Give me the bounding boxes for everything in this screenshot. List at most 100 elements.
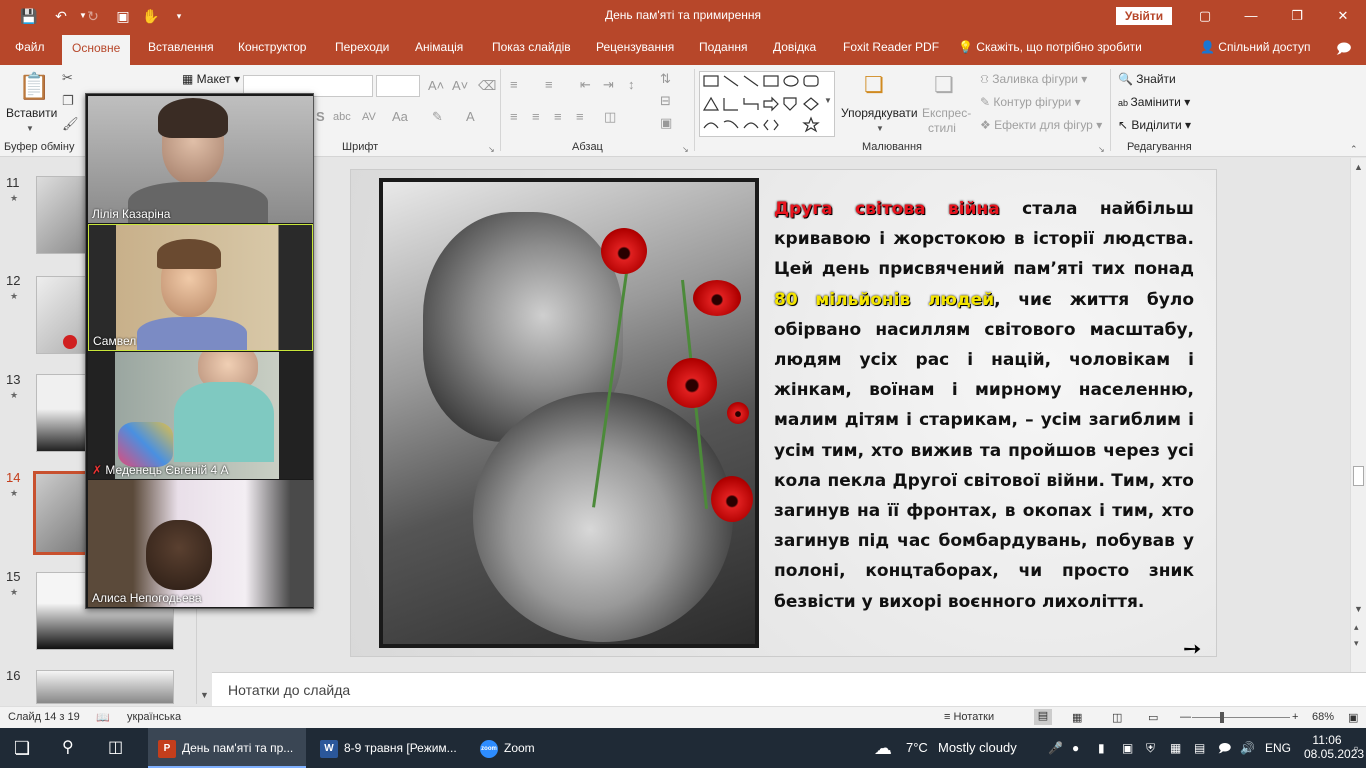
replace-button[interactable]: ab Замінити ▾ (1118, 95, 1190, 109)
slide-body-text[interactable]: Друга світова війна стала найбільш крива… (774, 194, 1194, 617)
tab-insert[interactable]: Вставлення (148, 40, 214, 54)
drawing-dialog-launcher-icon[interactable]: ↘ (1098, 145, 1105, 154)
taskbar-app-zoom[interactable]: zoom Zoom (472, 728, 582, 768)
columns-icon[interactable]: ◫ (604, 109, 616, 125)
smartart-icon[interactable]: ▣ (660, 115, 672, 131)
fit-slide-icon[interactable]: ▣ (1348, 711, 1358, 724)
scroll-down-icon[interactable]: ▼ (200, 690, 209, 700)
copy-icon[interactable]: ❐ (62, 93, 74, 109)
microphone-icon[interactable]: 🎤 (1048, 728, 1063, 768)
tell-me-search[interactable]: 💡 Скажіть, що потрібно зробити (958, 40, 1142, 54)
previous-slide-icon[interactable]: ▴ (1354, 622, 1359, 633)
align-center-icon[interactable]: ≡ (532, 109, 540, 125)
slideshow-view-icon[interactable]: ▭ (1148, 711, 1158, 724)
task-view-icon[interactable]: ◫ (108, 728, 123, 768)
volume-icon[interactable]: 🔊 (1240, 728, 1255, 768)
app-tray-icon[interactable]: ▣ (1122, 728, 1133, 768)
search-icon[interactable]: ⚲ (62, 728, 74, 768)
tab-home[interactable]: Основне (62, 35, 131, 65)
align-right-icon[interactable]: ≡ (554, 109, 562, 125)
zoom-participant-tile[interactable]: Лілія Казаріна (88, 96, 313, 223)
zoom-out-icon[interactable]: — (1180, 711, 1191, 723)
decrease-indent-icon[interactable]: ⇤ (580, 77, 591, 93)
reading-view-icon[interactable]: ◫ (1112, 711, 1122, 724)
tab-transitions[interactable]: Переходи (335, 40, 389, 54)
layout-button[interactable]: ▦ Макет ▾ (182, 72, 240, 86)
cut-icon[interactable]: ✂ (62, 70, 73, 86)
justify-icon[interactable]: ≡ (576, 109, 584, 125)
current-slide[interactable]: Друга світова війна стала найбільш крива… (350, 169, 1217, 657)
cloud-icon[interactable]: ☁ (874, 728, 892, 768)
phone-icon[interactable]: ▮ (1098, 728, 1105, 768)
text-direction-icon[interactable]: ⇅ (660, 71, 671, 87)
chat-icon[interactable]: 🗩 (1218, 728, 1231, 768)
next-slide-icon[interactable]: ▾ (1354, 638, 1359, 649)
font-dialog-launcher-icon[interactable]: ↘ (488, 145, 495, 154)
language-indicator[interactable]: українська (127, 711, 181, 723)
increase-indent-icon[interactable]: ⇥ (603, 77, 614, 93)
network-icon[interactable]: ▤ (1194, 728, 1205, 768)
shield-icon[interactable]: ⛨ (1146, 728, 1155, 768)
scroll-down-icon[interactable]: ▼ (1354, 604, 1363, 614)
arrange-icon[interactable]: ❏ (864, 73, 884, 97)
numbering-icon[interactable]: ≡ (545, 77, 553, 93)
sign-in-button[interactable]: Увійти (1116, 7, 1172, 25)
zoom-in-icon[interactable]: + (1292, 711, 1298, 723)
zoom-slider[interactable] (1192, 717, 1290, 718)
minimize-button[interactable]: — (1236, 6, 1266, 26)
zoom-slider-thumb[interactable] (1220, 712, 1224, 723)
shapes-more-icon[interactable]: ▼ (824, 93, 832, 109)
strikethrough-icon[interactable]: abc (333, 109, 351, 125)
clock[interactable]: 11:06 08.05.2023 (1304, 728, 1364, 768)
zoom-video-gallery[interactable]: Лілія Казаріна Самвел ✗ Меденець Євгеній… (85, 93, 314, 609)
windows-start-icon[interactable]: ❏ (14, 728, 30, 768)
share-button[interactable]: 👤 Спільний доступ (1200, 40, 1311, 54)
notes-pane[interactable]: Нотатки до слайда (212, 672, 1366, 706)
normal-view-icon[interactable]: ▤ (1034, 709, 1052, 725)
tab-slide-show[interactable]: Показ слайдів (492, 40, 571, 54)
taskbar-app-word[interactable]: W 8-9 травня [Режим... (312, 728, 467, 768)
align-left-icon[interactable]: ≡ (510, 109, 518, 125)
line-spacing-icon[interactable]: ↕ (628, 77, 635, 93)
tab-design[interactable]: Конструктор (238, 40, 306, 54)
zoom-level[interactable]: 68% (1312, 711, 1334, 723)
maximize-button[interactable]: ❐ (1282, 6, 1312, 26)
scrollbar-thumb[interactable] (1353, 466, 1364, 486)
next-arrow-icon[interactable]: ➙ (1183, 636, 1201, 656)
find-button[interactable]: 🔍 Знайти (1118, 72, 1176, 86)
clear-formatting-icon[interactable]: ⌫ (478, 78, 496, 94)
collapse-ribbon-icon[interactable]: ⌃ (1350, 141, 1358, 157)
tab-file[interactable]: Файл (15, 40, 45, 54)
bullets-icon[interactable]: ≡ (510, 77, 518, 93)
font-color-icon[interactable]: A (466, 109, 475, 125)
tab-animations[interactable]: Анімація (415, 40, 463, 54)
tray-app-icon[interactable]: ▦ (1170, 728, 1181, 768)
paste-dropdown-icon[interactable]: ▼ (26, 121, 34, 137)
arrange-dropdown-icon[interactable]: ▼ (876, 121, 884, 137)
format-painter-icon[interactable]: 🖌 (62, 116, 79, 132)
font-size-select[interactable] (376, 75, 420, 97)
paragraph-dialog-launcher-icon[interactable]: ↘ (682, 145, 689, 154)
zoom-tray-icon[interactable]: ● (1072, 728, 1079, 768)
zoom-participant-tile[interactable]: Алиса Непогодьева (88, 480, 313, 607)
spelling-check-icon[interactable]: 📖 (96, 711, 110, 724)
shapes-gallery[interactable] (699, 71, 835, 137)
notifications-icon[interactable]: ▫ (1354, 728, 1358, 768)
zoom-participant-tile-speaking[interactable]: Самвел (88, 224, 313, 351)
tab-help[interactable]: Довідка (773, 40, 816, 54)
slide-scrollbar[interactable]: ▲ ▼ ▴ ▾ (1350, 158, 1366, 672)
weather-temperature[interactable]: 7°C (906, 728, 928, 768)
taskbar-app-powerpoint[interactable]: P День пам'яті та пр... (148, 728, 306, 768)
decrease-font-icon[interactable]: A˅ (452, 78, 468, 94)
align-text-icon[interactable]: ⊟ (660, 93, 671, 109)
character-spacing-icon[interactable]: AV (362, 109, 376, 125)
notes-toggle-button[interactable]: ≡ Нотатки (944, 711, 994, 723)
arrange-button[interactable]: Упорядкувати (841, 106, 918, 120)
ribbon-display-options-icon[interactable]: ▢ (1190, 6, 1220, 26)
zoom-participant-tile[interactable]: ✗ Меденець Євгеній 4 А (88, 352, 313, 479)
tab-review[interactable]: Рецензування (596, 40, 674, 54)
slide-sorter-icon[interactable]: ▦ (1072, 711, 1082, 724)
comments-icon[interactable]: 🗩 (1336, 38, 1352, 62)
change-case-icon[interactable]: Aa (392, 109, 408, 125)
weather-description[interactable]: Mostly cloudy (938, 728, 1017, 768)
